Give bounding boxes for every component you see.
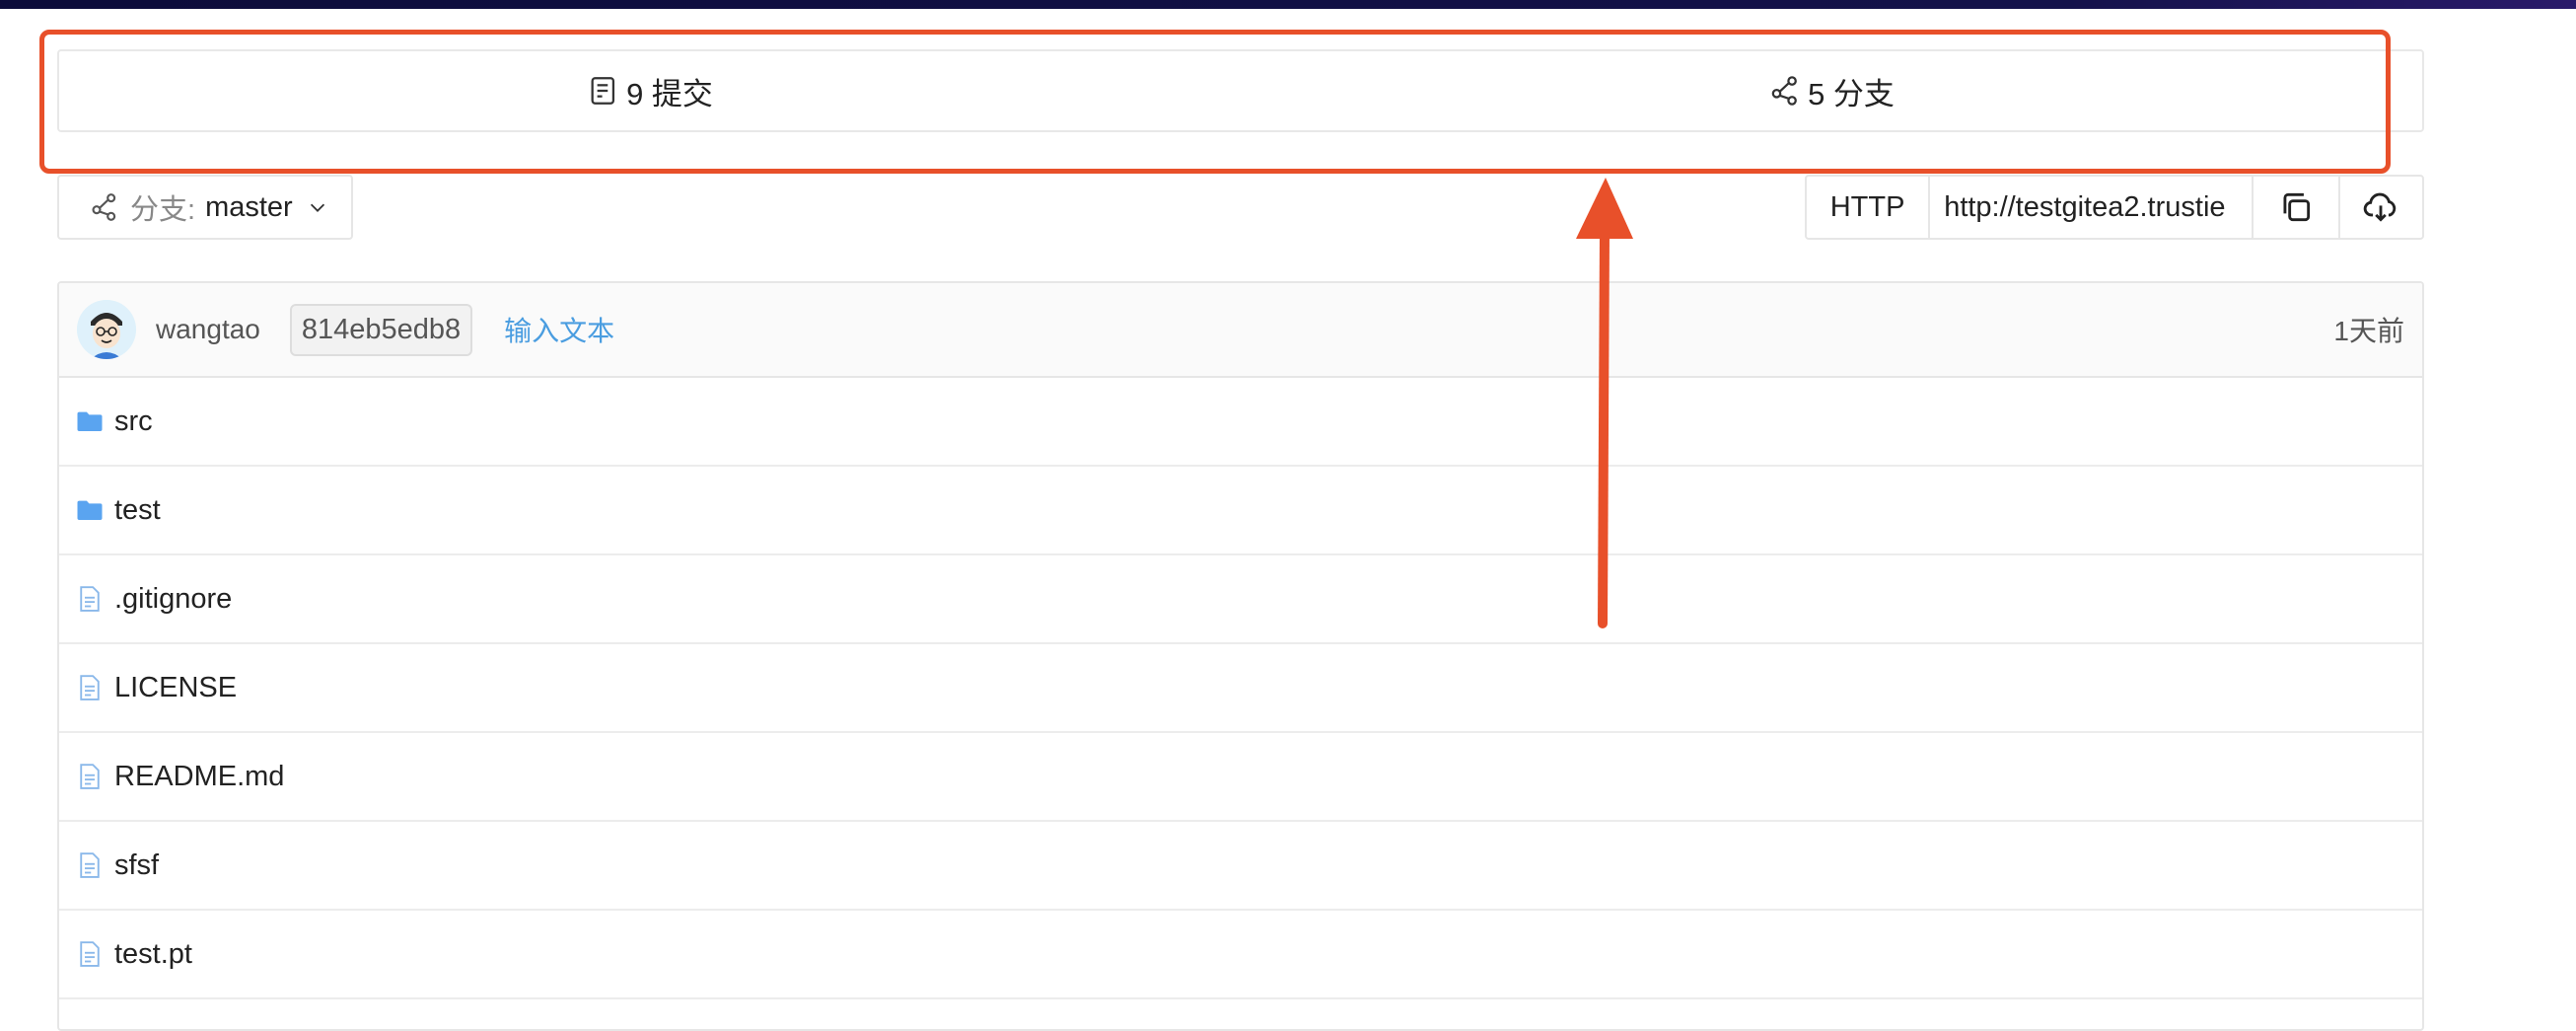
file-row-folder[interactable]: test (59, 467, 2422, 555)
file-name: README.md (114, 760, 285, 792)
file-row-file[interactable]: README.md (59, 733, 2422, 822)
latest-commit-row: wangtao 814eb5edb8 输入文本 1天前 (59, 283, 2422, 378)
download-button[interactable] (2337, 177, 2422, 238)
branch-name: master (205, 190, 293, 223)
file-row-file[interactable]: sfsf (59, 822, 2422, 911)
branch-icon (92, 193, 116, 221)
folder-icon (77, 500, 103, 520)
repo-summary-bar: 9 提交 5 分支 (57, 49, 2424, 132)
commit-message[interactable]: 输入文本 (504, 310, 614, 349)
copy-icon (2283, 192, 2310, 222)
file-icon (80, 764, 100, 789)
top-nav-bar (0, 0, 2576, 9)
branches-count-label: 5 分支 (1808, 76, 1895, 111)
file-list: wangtao 814eb5edb8 输入文本 1天前 src test .gi… (57, 281, 2424, 1031)
file-name: sfsf (114, 848, 160, 881)
commits-count-label: 9 提交 (626, 76, 713, 111)
branches-link[interactable]: 5 分支 (1241, 51, 2422, 130)
branch-selector[interactable]: 分支: master (57, 175, 353, 240)
clone-url-field[interactable]: http://testgitea2.trustie (1930, 177, 2254, 238)
protocol-selector[interactable]: HTTP (1807, 177, 1931, 238)
file-row-file[interactable]: LICENSE (59, 644, 2422, 733)
file-icon (80, 941, 100, 967)
file-name: LICENSE (114, 671, 238, 703)
copy-button[interactable] (2254, 177, 2337, 238)
file-name: test.pt (114, 937, 192, 970)
commit-time: 1天前 (2333, 316, 2404, 346)
avatar-icon (77, 300, 136, 359)
branch-icon (1771, 76, 1797, 106)
clone-url-box: HTTP http://testgitea2.trustie (1805, 175, 2424, 240)
file-icon (80, 675, 100, 700)
file-row-folder[interactable]: src (59, 378, 2422, 467)
commit-sha[interactable]: 814eb5edb8 (289, 303, 473, 356)
file-name: .gitignore (114, 582, 233, 615)
branch-prefix-label: 分支: (130, 194, 196, 226)
commit-list-icon (591, 77, 615, 105)
folder-icon (77, 411, 103, 431)
commits-link[interactable]: 9 提交 (59, 51, 1241, 130)
file-icon (80, 586, 100, 612)
file-row-file[interactable]: test.pt (59, 911, 2422, 999)
chevron-down-icon (310, 203, 324, 212)
avatar[interactable] (77, 300, 136, 359)
file-name: src (114, 405, 153, 437)
file-row-file[interactable]: .gitignore (59, 555, 2422, 644)
commit-author[interactable]: wangtao (156, 314, 260, 345)
file-name: test (114, 493, 161, 526)
cloud-download-icon (2364, 192, 2397, 222)
file-icon (80, 852, 100, 878)
